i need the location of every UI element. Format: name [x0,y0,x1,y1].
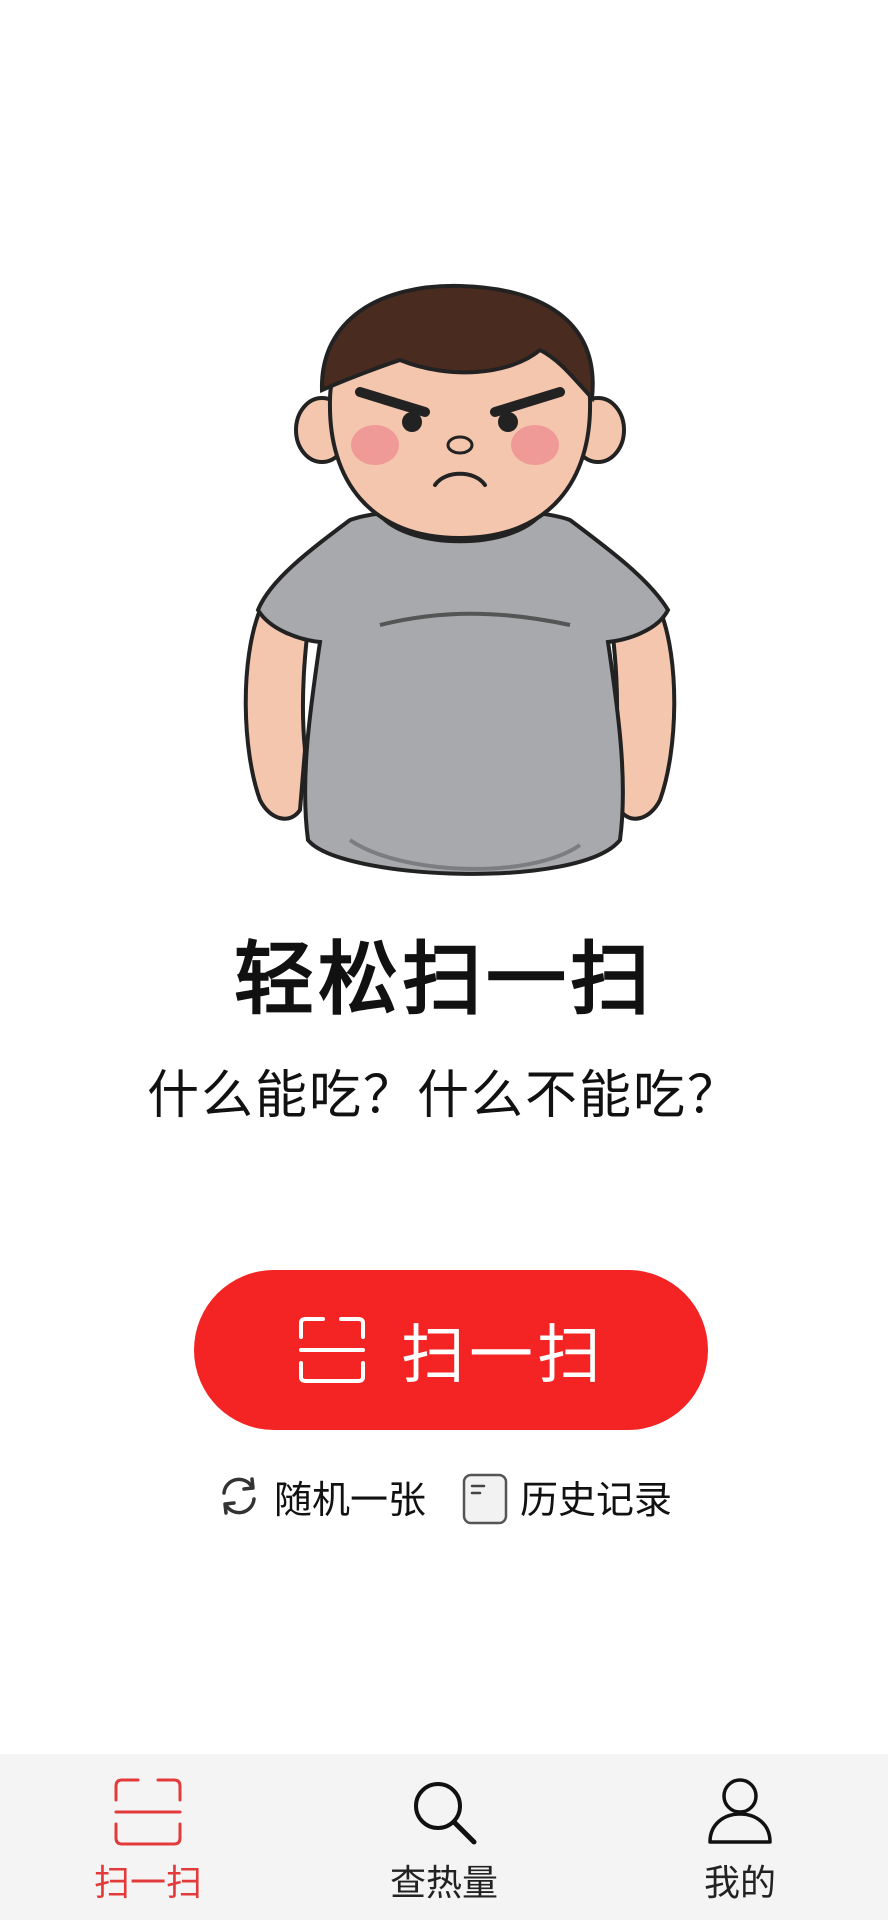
tab-scan-label: 扫一扫 [93,1863,202,1904]
random-image-action[interactable]: 随机一张 [216,1469,426,1524]
tab-calorie-search[interactable]: 查热量 [296,1754,592,1920]
bottom-tab-bar: 扫一扫 查热量 我的 [0,1754,888,1920]
history-label: 历史记录 [520,1477,673,1522]
scan-frame-icon [112,1776,184,1848]
hero-illustration [230,280,690,890]
hero-title: 轻松扫一扫 [234,933,654,1026]
random-image-label: 随机一张 [273,1477,426,1522]
tab-profile-label: 我的 [703,1863,776,1904]
scan-button[interactable]: 扫一扫 [194,1270,708,1430]
hero-subtitle: 什么能吃？什么不能吃？ [146,1066,741,1126]
person-icon [704,1776,776,1848]
scan-frame-icon [297,1315,367,1385]
history-document-icon [462,1473,508,1525]
tab-calorie-search-label: 查热量 [389,1863,498,1904]
scan-button-label: 扫一扫 [401,1319,605,1393]
history-action[interactable]: 历史记录 [462,1469,673,1525]
search-icon [408,1776,480,1848]
tab-scan[interactable]: 扫一扫 [0,1754,296,1920]
tab-profile[interactable]: 我的 [592,1754,888,1920]
secondary-actions: 随机一张 历史记录 [0,1466,888,1526]
refresh-icon [216,1473,262,1519]
